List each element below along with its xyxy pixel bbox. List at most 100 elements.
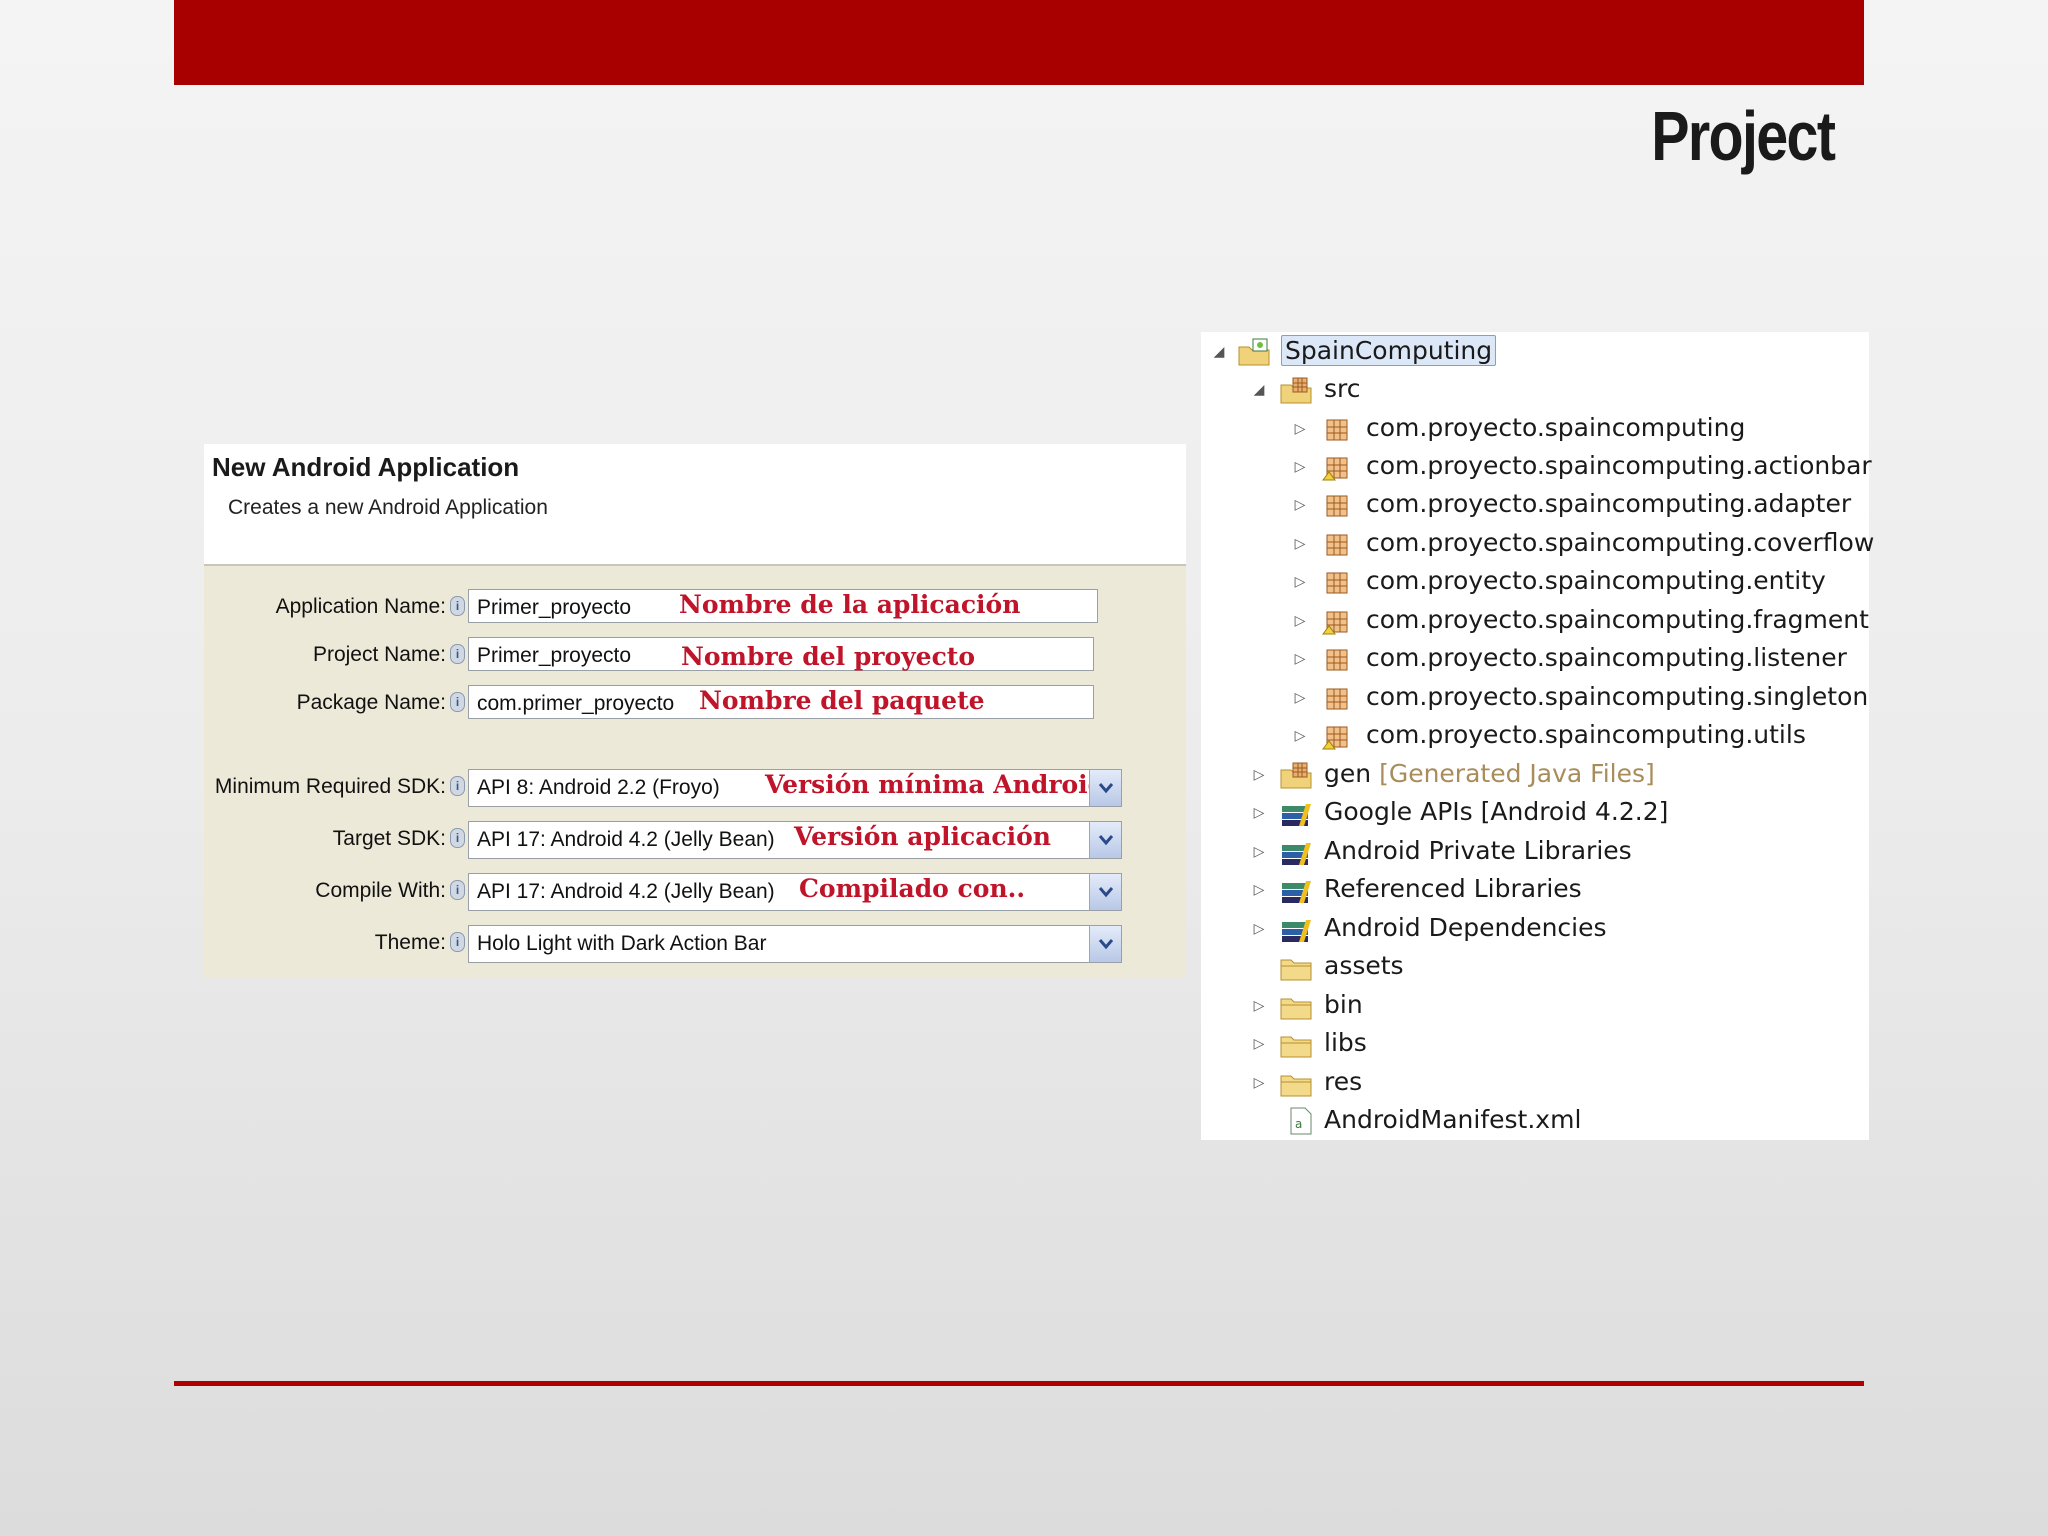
collapsed-arrow-icon[interactable]: ▷ xyxy=(1251,1073,1267,1091)
collapsed-arrow-icon[interactable]: ▷ xyxy=(1292,688,1308,706)
package-name-row: Package Name: i com.primer_proyecto Nomb… xyxy=(204,682,1186,724)
field-label: Package Name: xyxy=(296,691,446,714)
collapsed-arrow-icon[interactable]: ▷ xyxy=(1251,919,1267,937)
tree-item-label: AndroidManifest.xml xyxy=(1324,1105,1582,1134)
tree-item-label: Android Dependencies xyxy=(1324,913,1607,942)
collapsed-arrow-icon[interactable]: ▷ xyxy=(1292,534,1308,552)
annotation-label: Compilado con.. xyxy=(799,874,1026,903)
tree-item-label: gen xyxy=(1324,759,1372,788)
tree-item-label: Google APIs [Android 4.2.2] xyxy=(1324,797,1669,826)
collapsed-arrow-icon[interactable]: ▷ xyxy=(1251,803,1267,821)
annotation-label: Nombre de la aplicación xyxy=(679,590,1021,619)
wizard-header: New Android Application Creates a new An… xyxy=(204,444,1186,566)
chevron-down-icon xyxy=(1098,939,1114,950)
field-label: Theme: xyxy=(374,931,446,954)
folder-icon xyxy=(1280,1036,1312,1058)
compile-with-row: Compile With: i API 17: Android 4.2 (Jel… xyxy=(204,870,1186,912)
collapsed-arrow-icon[interactable]: ▷ xyxy=(1292,495,1308,513)
chevron-down-icon xyxy=(1098,887,1114,898)
annotation-label: Nombre del paquete xyxy=(699,686,985,715)
expanded-arrow-icon[interactable]: ◢ xyxy=(1251,380,1267,398)
annotation-label: Versión aplicación xyxy=(794,822,1051,851)
collapsed-arrow-icon[interactable]: ▷ xyxy=(1251,1034,1267,1052)
tree-item-label: com.proyecto.spaincomputing.fragment xyxy=(1366,605,1869,634)
field-value: Primer_proyecto xyxy=(477,644,632,667)
collapsed-arrow-icon[interactable]: ▷ xyxy=(1292,419,1308,437)
tree-item-label: com.proyecto.spaincomputing xyxy=(1366,413,1746,442)
tree-item-label: bin xyxy=(1324,990,1363,1019)
project-name-row: Project Name: i Primer_proyecto Nombre d… xyxy=(204,634,1186,676)
collapsed-arrow-icon[interactable]: ▷ xyxy=(1292,457,1308,475)
source-folder-icon xyxy=(1280,762,1312,789)
package-icon xyxy=(1322,457,1348,481)
collapsed-arrow-icon[interactable]: ▷ xyxy=(1292,649,1308,667)
field-label: Compile With: xyxy=(315,879,446,902)
tree-item-label: SpainComputing xyxy=(1281,335,1497,366)
collapsed-arrow-icon[interactable]: ▷ xyxy=(1251,996,1267,1014)
annotation-label: Nombre del proyecto xyxy=(681,642,976,671)
package-icon xyxy=(1326,649,1348,671)
min-sdk-select[interactable]: API 8: Android 2.2 (Froyo) Versión mínim… xyxy=(468,769,1122,807)
tree-item-label: com.proyecto.spaincomputing.singleton xyxy=(1366,682,1869,711)
new-android-app-wizard: New Android Application Creates a new An… xyxy=(204,444,1186,977)
dropdown-button[interactable] xyxy=(1089,874,1121,910)
dropdown-button[interactable] xyxy=(1089,822,1121,858)
application-name-input[interactable]: Primer_proyecto Nombre de la aplicación xyxy=(468,589,1098,623)
field-label: Project Name: xyxy=(312,643,446,666)
svg-text:a: a xyxy=(1295,1117,1302,1131)
info-icon: i xyxy=(450,776,465,796)
compile-with-select[interactable]: API 17: Android 4.2 (Jelly Bean) Compila… xyxy=(468,873,1122,911)
generated-hint: [Generated Java Files] xyxy=(1379,759,1655,788)
tree-item-label: assets xyxy=(1324,951,1404,980)
xml-file-icon: a xyxy=(1290,1107,1312,1135)
tree-item-label: com.proyecto.spaincomputing.coverflow xyxy=(1366,528,1875,557)
collapsed-arrow-icon[interactable]: ▷ xyxy=(1292,611,1308,629)
annotation-label: Versión mínima Android xyxy=(765,770,1106,799)
collapsed-arrow-icon[interactable]: ▷ xyxy=(1292,726,1308,744)
collapsed-arrow-icon[interactable]: ▷ xyxy=(1292,572,1308,590)
slide-title: Project xyxy=(1650,97,1836,175)
expanded-arrow-icon[interactable]: ◢ xyxy=(1211,342,1227,360)
dropdown-button[interactable] xyxy=(1089,926,1121,962)
dropdown-button[interactable] xyxy=(1089,770,1121,806)
tree-item-label: com.proyecto.spaincomputing.actionbar xyxy=(1366,451,1872,480)
field-label: Minimum Required SDK: xyxy=(214,775,446,798)
chevron-down-icon xyxy=(1098,835,1114,846)
bottom-divider xyxy=(174,1381,1864,1386)
field-value: API 17: Android 4.2 (Jelly Bean) xyxy=(477,880,775,903)
tree-item-label: Android Private Libraries xyxy=(1324,836,1632,865)
library-icon xyxy=(1282,843,1311,865)
top-accent-bar xyxy=(174,0,1864,85)
field-value: com.primer_proyecto xyxy=(477,692,675,715)
library-icon xyxy=(1282,881,1311,903)
source-folder-icon xyxy=(1280,377,1312,404)
wizard-title: New Android Application xyxy=(212,452,520,482)
folder-icon xyxy=(1280,998,1312,1020)
tree-item-label: com.proyecto.spaincomputing.utils xyxy=(1366,720,1806,749)
package-name-input[interactable]: com.primer_proyecto Nombre del paquete xyxy=(468,685,1094,719)
info-icon: i xyxy=(450,644,465,664)
project-name-input[interactable]: Primer_proyecto Nombre del proyecto xyxy=(468,637,1094,671)
library-icon xyxy=(1282,804,1311,826)
package-icon xyxy=(1326,495,1348,517)
tree-item-label: com.proyecto.spaincomputing.adapter xyxy=(1366,489,1852,518)
theme-row: Theme: i Holo Light with Dark Action Bar xyxy=(204,922,1186,964)
android-project-icon xyxy=(1238,338,1270,366)
collapsed-arrow-icon[interactable]: ▷ xyxy=(1251,842,1267,860)
field-label: Application Name: xyxy=(275,595,446,618)
theme-select[interactable]: Holo Light with Dark Action Bar xyxy=(468,925,1122,963)
info-icon: i xyxy=(450,596,465,616)
min-sdk-row: Minimum Required SDK: i API 8: Android 2… xyxy=(204,766,1186,808)
tree-item-label: com.proyecto.spaincomputing.listener xyxy=(1366,643,1847,672)
info-icon: i xyxy=(450,828,465,848)
target-sdk-select[interactable]: API 17: Android 4.2 (Jelly Bean) Versión… xyxy=(468,821,1122,859)
chevron-down-icon xyxy=(1098,783,1114,794)
package-icon xyxy=(1322,611,1348,635)
package-icon xyxy=(1326,419,1348,441)
info-icon: i xyxy=(450,692,465,712)
folder-icon xyxy=(1280,1075,1312,1097)
folder-icon xyxy=(1280,959,1312,981)
collapsed-arrow-icon[interactable]: ▷ xyxy=(1251,765,1267,783)
info-icon: i xyxy=(450,880,465,900)
collapsed-arrow-icon[interactable]: ▷ xyxy=(1251,880,1267,898)
